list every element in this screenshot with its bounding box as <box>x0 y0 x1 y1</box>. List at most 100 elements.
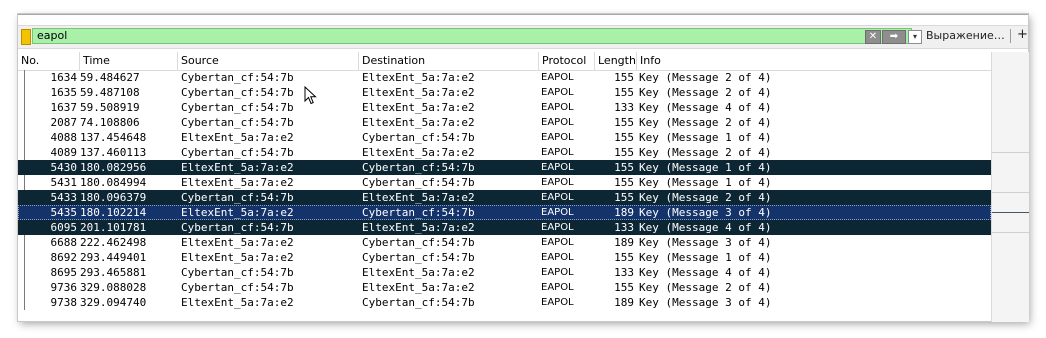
expression-button[interactable]: Выражение… <box>926 29 1005 43</box>
packet-cell-dst: Cybertan_cf:54:7b <box>362 206 475 219</box>
packet-cell-proto: EAPOL <box>541 252 574 263</box>
packet-cell-len: 155 <box>614 131 634 144</box>
packet-cell-dst: EltexEnt_5a:7a:e2 <box>362 116 475 129</box>
packet-row[interactable]: 2087 74.108806 Cybertan_cf:54:7b EltexEnt_5… <box>18 115 991 130</box>
packet-cell-src: Cybertan_cf:54:7b <box>181 221 294 234</box>
packet-cell-proto: EAPOL <box>541 297 574 308</box>
column-header-length[interactable]: Length <box>595 52 637 70</box>
packet-row[interactable]: 8695 293.465881 Cybertan_cf:54:7b EltexEnt_… <box>18 265 991 280</box>
packet-cell-info: Key (Message 3 of 4) <box>639 206 772 219</box>
packet-cell-src: Cybertan_cf:54:7b <box>181 146 294 159</box>
clear-filter-icon[interactable]: ✕ <box>865 30 881 44</box>
packet-row[interactable]: 9736 329.088028 Cybertan_cf:54:7b EltexEnt_… <box>18 280 991 295</box>
apply-filter-icon[interactable]: ➡ <box>882 30 906 44</box>
packet-cell-dst: Cybertan_cf:54:7b <box>362 176 475 189</box>
packet-cell-time: 137.460113 <box>80 146 147 159</box>
packet-cell-time: 137.454648 <box>80 131 147 144</box>
filter-history-dropdown-icon[interactable]: ▾ <box>908 30 922 44</box>
packet-cell-dst: EltexEnt_5a:7a:e2 <box>362 86 475 99</box>
packet-cell-time: 201.101781 <box>80 221 147 234</box>
packet-cell-src: EltexEnt_5a:7a:e2 <box>181 296 294 309</box>
bookmark-icon[interactable] <box>21 29 31 45</box>
packet-row[interactable]: 6688 222.462498 EltexEnt_5a:7a:e2 Cybertan_… <box>18 235 991 250</box>
packet-cell-info: Key (Message 2 of 4) <box>639 86 772 99</box>
packet-cell-dst: Cybertan_cf:54:7b <box>362 251 475 264</box>
column-header-source[interactable]: Source <box>178 52 359 70</box>
packet-cell-len: 133 <box>614 266 634 279</box>
packet-row[interactable]: 6095 201.101781 Cybertan_cf:54:7b EltexEnt_… <box>18 220 991 235</box>
panel-divider <box>992 152 1029 153</box>
packet-row[interactable]: 8692 293.449401 EltexEnt_5a:7a:e2 Cybertan_… <box>18 250 991 265</box>
packet-cell-no: 9738 <box>50 296 78 309</box>
packet-cell-len: 155 <box>614 86 634 99</box>
packet-cell-proto: EAPOL <box>541 282 574 293</box>
packet-cell-src: Cybertan_cf:54:7b <box>181 281 294 294</box>
packet-cell-time: 222.462498 <box>80 236 147 249</box>
packet-cell-len: 133 <box>614 101 634 114</box>
packet-cell-time: 59.487108 <box>80 86 140 99</box>
packet-cell-info: Key (Message 2 of 4) <box>639 191 772 204</box>
column-header-protocol[interactable]: Protocol <box>539 52 595 70</box>
column-header-no[interactable]: No. <box>18 52 80 70</box>
packet-cell-src: Cybertan_cf:54:7b <box>181 86 294 99</box>
packet-cell-len: 189 <box>614 236 634 249</box>
packet-cell-time: 74.108806 <box>80 116 140 129</box>
packet-cell-info: Key (Message 2 of 4) <box>639 116 772 129</box>
packet-cell-len: 155 <box>614 116 634 129</box>
packet-row[interactable]: 5433 180.096379 Cybertan_cf:54:7b EltexEnt_… <box>18 190 991 205</box>
packet-row[interactable]: 1637 59.508919 Cybertan_cf:54:7b EltexEnt_5… <box>18 100 991 115</box>
packet-cell-src: Cybertan_cf:54:7b <box>181 191 294 204</box>
packet-row[interactable]: 1635 59.487108 Cybertan_cf:54:7b EltexEnt_5… <box>18 85 991 100</box>
packet-cell-dst: EltexEnt_5a:7a:e2 <box>362 191 475 204</box>
packet-cell-time: 293.449401 <box>80 251 147 264</box>
side-panel <box>991 52 1029 322</box>
packet-row[interactable]: 4088 137.454648 EltexEnt_5a:7a:e2 Cybertan_… <box>18 130 991 145</box>
display-filter-input[interactable] <box>32 28 912 44</box>
packet-cell-src: EltexEnt_5a:7a:e2 <box>181 131 294 144</box>
packet-cell-no: 6095 <box>50 221 78 234</box>
packet-cell-info: Key (Message 1 of 4) <box>639 131 772 144</box>
packet-cell-time: 329.088028 <box>80 281 147 294</box>
packet-list-window: ✕ ➡ ▾ Выражение… + No. Time Source Desti… <box>18 14 1029 322</box>
packet-row[interactable]: 5431 180.084994 EltexEnt_5a:7a:e2 Cybertan_… <box>18 175 991 190</box>
packet-row[interactable]: 4089 137.460113 Cybertan_cf:54:7b EltexEnt_… <box>18 145 991 160</box>
packet-cell-src: EltexEnt_5a:7a:e2 <box>181 161 294 174</box>
packet-cell-dst: Cybertan_cf:54:7b <box>362 296 475 309</box>
column-header-info[interactable]: Info <box>637 52 991 70</box>
packet-cell-src: Cybertan_cf:54:7b <box>181 101 294 114</box>
packet-cell-proto: EAPOL <box>541 117 574 128</box>
packet-cell-info: Key (Message 4 of 4) <box>639 221 772 234</box>
packet-cell-info: Key (Message 1 of 4) <box>639 176 772 189</box>
packet-cell-dst: EltexEnt_5a:7a:e2 <box>362 71 475 84</box>
packet-cell-proto: EAPOL <box>541 207 574 218</box>
packet-cell-no: 8692 <box>50 251 78 264</box>
packet-cell-time: 329.094740 <box>80 296 147 309</box>
packet-row[interactable]: 1634 59.484627 Cybertan_cf:54:7b EltexEnt_5… <box>18 70 991 85</box>
column-header-destination[interactable]: Destination <box>359 52 539 70</box>
packet-cell-info: Key (Message 1 of 4) <box>639 161 772 174</box>
packet-cell-no: 4089 <box>50 146 78 159</box>
packet-cell-proto: EAPOL <box>541 237 574 248</box>
packet-cell-proto: EAPOL <box>541 162 574 173</box>
packet-cell-time: 180.084994 <box>80 176 147 189</box>
packet-cell-len: 155 <box>614 146 634 159</box>
packet-cell-info: Key (Message 2 of 4) <box>639 71 772 84</box>
packet-cell-info: Key (Message 4 of 4) <box>639 266 772 279</box>
panel-divider <box>992 232 1029 233</box>
packet-cell-time: 59.508919 <box>80 101 140 114</box>
packet-cell-dst: Cybertan_cf:54:7b <box>362 236 475 249</box>
packet-cell-src: Cybertan_cf:54:7b <box>181 71 294 84</box>
add-filter-button-icon[interactable]: + <box>1017 28 1028 42</box>
packet-cell-src: EltexEnt_5a:7a:e2 <box>181 236 294 249</box>
packet-cell-src: EltexEnt_5a:7a:e2 <box>181 176 294 189</box>
packet-row[interactable]: 5430 180.082956 EltexEnt_5a:7a:e2 Cybertan_… <box>18 160 991 175</box>
packet-rows: 1634 59.484627 Cybertan_cf:54:7b EltexEnt_5… <box>18 70 991 310</box>
packet-cell-time: 180.082956 <box>80 161 147 174</box>
packet-cell-no: 5430 <box>50 161 78 174</box>
packet-cell-time: 180.096379 <box>80 191 147 204</box>
packet-cell-info: Key (Message 3 of 4) <box>639 296 772 309</box>
packet-row[interactable]: 5435 180.102214 EltexEnt_5a:7a:e2 Cybertan_… <box>18 205 991 220</box>
column-header-time[interactable]: Time <box>80 52 178 70</box>
packet-cell-dst: Cybertan_cf:54:7b <box>362 131 475 144</box>
packet-row[interactable]: 9738 329.094740 EltexEnt_5a:7a:e2 Cybertan_… <box>18 295 991 310</box>
